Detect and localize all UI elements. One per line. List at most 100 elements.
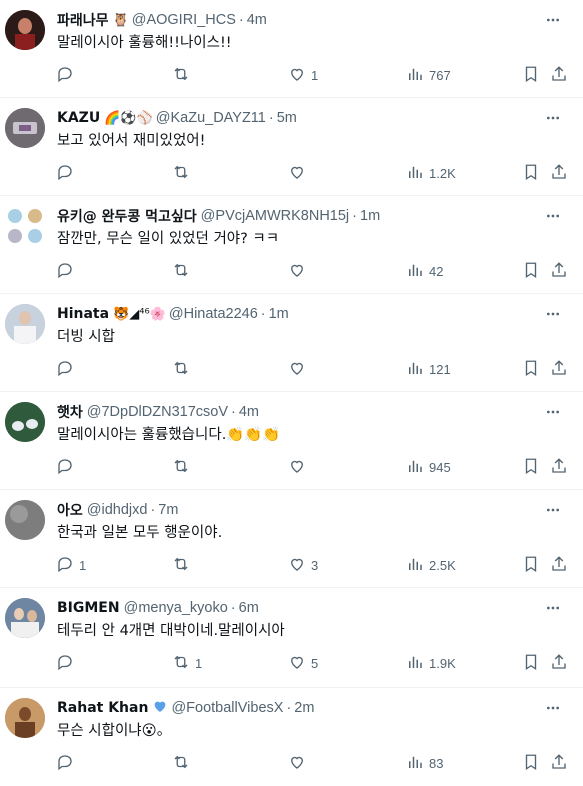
more-dots-icon[interactable]: [543, 10, 563, 30]
tweet[interactable]: 햇차 @7DpDlDZN317csoV · 4m 말레이시아는 훌륭했습니다.👏…: [0, 392, 583, 490]
avatar[interactable]: [5, 108, 45, 148]
like-button[interactable]: 5: [288, 652, 318, 674]
avatar[interactable]: [5, 206, 45, 246]
display-name[interactable]: 유키@ 완두콩 먹고싶다: [57, 206, 197, 226]
more-dots-icon[interactable]: [543, 304, 563, 324]
views-button[interactable]: 2.5K: [406, 554, 456, 576]
retweet-button[interactable]: [172, 456, 195, 478]
avatar[interactable]: [5, 698, 45, 738]
share-button[interactable]: [550, 162, 568, 184]
bookmark-button[interactable]: [522, 64, 540, 86]
display-name[interactable]: Hinata: [57, 306, 109, 322]
like-button[interactable]: 3: [288, 554, 318, 576]
user-handle[interactable]: @KaZu_DAYZ11: [156, 110, 266, 126]
share-button[interactable]: [550, 64, 568, 86]
avatar[interactable]: [5, 402, 45, 442]
share-button[interactable]: [550, 554, 568, 576]
tweet[interactable]: 유키@ 완두콩 먹고싶다 @PVcjAMWRK8NH15j · 1m 잠깐만, …: [0, 196, 583, 294]
retweet-button[interactable]: [172, 358, 195, 380]
clap-emoji: 👏👏👏: [226, 427, 281, 443]
tweet[interactable]: BIGMEN @menya_kyoko · 6m 테두리 안 4개면 대박이네.…: [0, 588, 583, 688]
avatar[interactable]: [5, 500, 45, 540]
views-button[interactable]: 767: [406, 64, 451, 86]
more-dots-icon[interactable]: [543, 500, 563, 520]
tweet[interactable]: 파래나무 🦉 @AOGIRI_HCS · 4m 말레이시아 훌륭해!!나이스!!…: [0, 0, 583, 98]
display-name[interactable]: BIGMEN: [57, 600, 120, 616]
share-button[interactable]: [550, 456, 568, 478]
display-name[interactable]: Rahat Khan: [57, 700, 148, 716]
views-button[interactable]: 121: [406, 358, 451, 380]
views-button[interactable]: 945: [406, 456, 451, 478]
reply-button[interactable]: [56, 652, 79, 674]
bookmark-button[interactable]: [522, 652, 540, 674]
avatar[interactable]: [5, 304, 45, 344]
like-button[interactable]: [288, 456, 311, 478]
share-button[interactable]: [550, 652, 568, 674]
reply-button[interactable]: [56, 752, 79, 774]
heart-icon: [288, 261, 306, 282]
views-button[interactable]: 83: [406, 752, 443, 774]
heart-icon: [288, 555, 306, 576]
like-button[interactable]: 1: [288, 64, 318, 86]
tweet[interactable]: Hinata 🐯◢⁴⁶🌸 @Hinata2246 · 1m 더빙 시합 121: [0, 294, 583, 392]
reply-button[interactable]: [56, 162, 79, 184]
like-button[interactable]: [288, 162, 311, 184]
bookmark-button[interactable]: [522, 162, 540, 184]
avatar[interactable]: [5, 10, 45, 50]
user-handle[interactable]: @7DpDlDZN317csoV: [87, 404, 228, 420]
avatar[interactable]: [5, 598, 45, 638]
user-handle[interactable]: @menya_kyoko: [124, 600, 228, 616]
more-dots-icon[interactable]: [543, 598, 563, 618]
timestamp[interactable]: 7m: [158, 502, 178, 518]
timestamp[interactable]: 1m: [360, 208, 380, 224]
user-handle[interactable]: @Hinata2246: [169, 306, 258, 322]
tweet[interactable]: 아오 @idhdjxd · 7m 한국과 일본 모두 행운이야. 1 3 2.5…: [0, 490, 583, 588]
timestamp[interactable]: 4m: [247, 12, 267, 28]
retweet-button[interactable]: [172, 162, 195, 184]
timestamp[interactable]: 1m: [269, 306, 289, 322]
more-dots-icon[interactable]: [543, 402, 563, 422]
views-button[interactable]: 1.9K: [406, 652, 456, 674]
timestamp[interactable]: 2m: [294, 700, 314, 716]
bookmark-button[interactable]: [522, 554, 540, 576]
retweet-button[interactable]: [172, 260, 195, 282]
reply-button[interactable]: 1: [56, 554, 86, 576]
user-handle[interactable]: @idhdjxd: [87, 502, 148, 518]
like-button[interactable]: [288, 752, 311, 774]
retweet-button[interactable]: [172, 64, 195, 86]
user-handle[interactable]: @FootballVibesX: [171, 700, 283, 716]
display-name[interactable]: KAZU: [57, 110, 100, 126]
timestamp[interactable]: 5m: [277, 110, 297, 126]
like-button[interactable]: [288, 260, 311, 282]
views-button[interactable]: 1.2K: [406, 162, 456, 184]
display-name[interactable]: 파래나무: [57, 10, 109, 30]
tweet[interactable]: Rahat Khan @FootballVibesX · 2m 무슨 시합이냐😮…: [0, 688, 583, 786]
display-name[interactable]: 아오: [57, 500, 83, 520]
bookmark-button[interactable]: [522, 358, 540, 380]
tweet-actions: 945: [50, 456, 580, 478]
bookmark-button[interactable]: [522, 752, 540, 774]
timestamp[interactable]: 6m: [239, 600, 259, 616]
user-handle[interactable]: @AOGIRI_HCS: [132, 12, 236, 28]
share-button[interactable]: [550, 752, 568, 774]
more-dots-icon[interactable]: [543, 698, 563, 718]
tweet[interactable]: KAZU 🌈⚽⚾ @KaZu_DAYZ11 · 5m 보고 있어서 재미있었어!…: [0, 98, 583, 196]
bookmark-button[interactable]: [522, 456, 540, 478]
share-button[interactable]: [550, 260, 568, 282]
reply-button[interactable]: [56, 64, 79, 86]
bookmark-button[interactable]: [522, 260, 540, 282]
like-button[interactable]: [288, 358, 311, 380]
retweet-button[interactable]: [172, 752, 195, 774]
reply-button[interactable]: [56, 456, 79, 478]
more-dots-icon[interactable]: [543, 108, 563, 128]
retweet-button[interactable]: 1: [172, 652, 202, 674]
user-handle[interactable]: @PVcjAMWRK8NH15j: [201, 208, 349, 224]
views-button[interactable]: 42: [406, 260, 443, 282]
more-dots-icon[interactable]: [543, 206, 563, 226]
reply-button[interactable]: [56, 260, 79, 282]
timestamp[interactable]: 4m: [239, 404, 259, 420]
display-name[interactable]: 햇차: [57, 402, 83, 422]
retweet-button[interactable]: [172, 554, 195, 576]
reply-button[interactable]: [56, 358, 79, 380]
share-button[interactable]: [550, 358, 568, 380]
